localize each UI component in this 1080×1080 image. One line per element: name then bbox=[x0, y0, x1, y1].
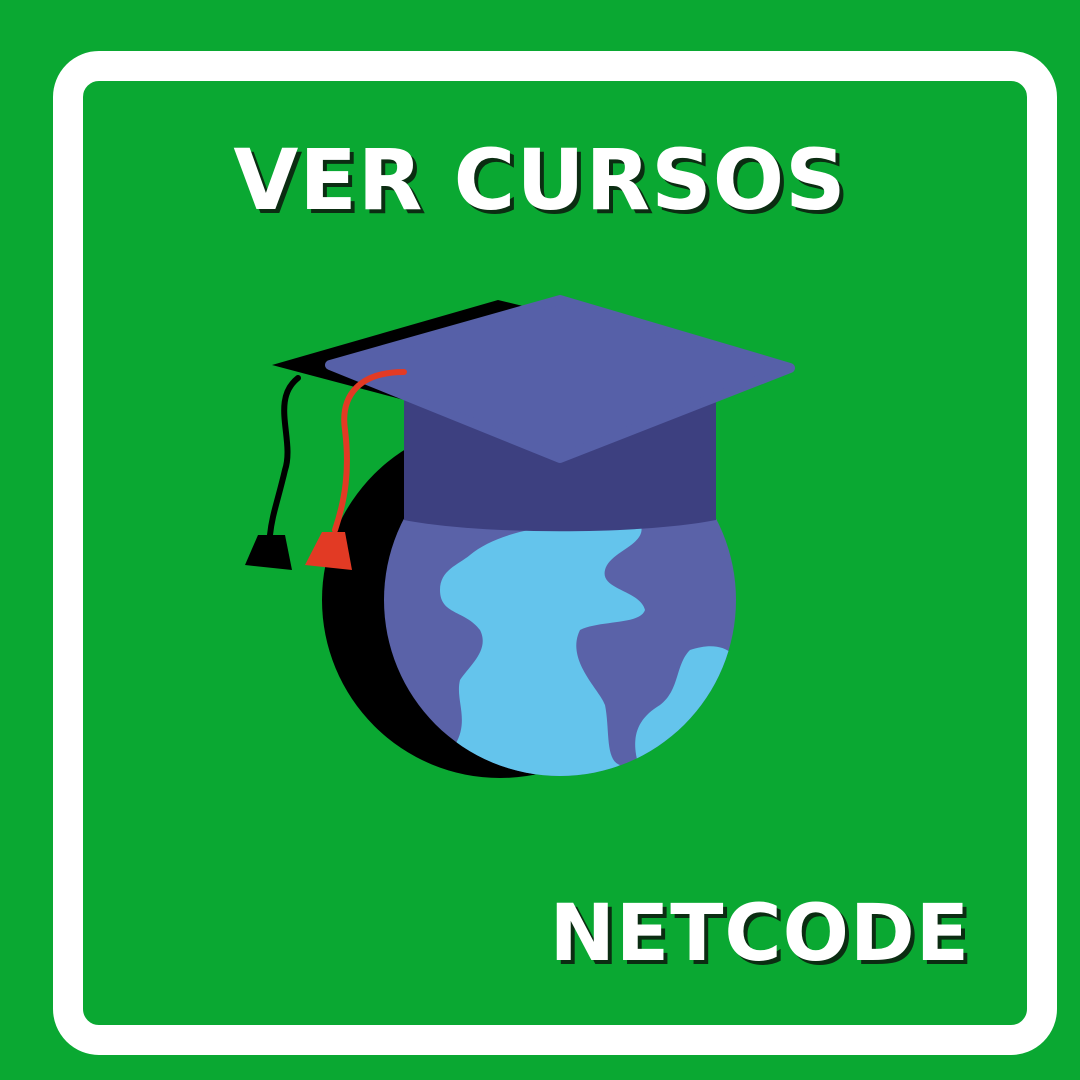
brand-name: NETCODE bbox=[549, 889, 970, 979]
course-card[interactable]: VER CURSOS NETCODE bbox=[0, 0, 1080, 1080]
graduation-cap-globe-icon bbox=[245, 295, 795, 778]
card-title: VER CURSOS bbox=[233, 131, 847, 229]
